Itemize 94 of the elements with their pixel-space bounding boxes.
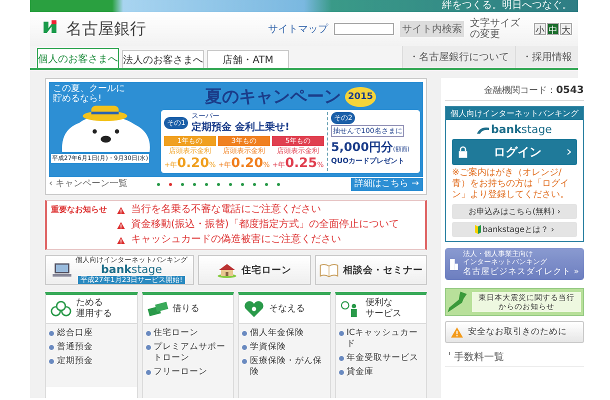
category-title: そなえる — [269, 304, 305, 314]
bullet-icon — [49, 331, 54, 336]
building-icon — [450, 258, 458, 270]
category-link[interactable]: プレミアムサポートローン — [154, 342, 230, 364]
bullet-icon — [242, 359, 247, 364]
notice-link[interactable]: キャッシュカードの偽造被害にご注意ください — [131, 234, 341, 246]
warning-icon — [117, 236, 125, 244]
banknotes-icon — [146, 300, 168, 318]
notice-link[interactable]: 当行を名乗る不審な電話にご注意ください — [131, 204, 321, 216]
category-link[interactable]: ICキャッシュカード — [346, 328, 423, 350]
rate-value: 0.25 — [285, 156, 318, 171]
notice-title: 重要なお知らせ — [51, 204, 107, 216]
bullet-icon — [146, 345, 150, 350]
warning-icon — [451, 326, 463, 338]
bullet-icon — [49, 359, 54, 364]
warning-icon — [117, 222, 125, 228]
bullet-icon — [146, 370, 150, 375]
font-size-label: 文字サイズの変更 — [470, 18, 521, 40]
bullet-icon — [49, 345, 54, 350]
slide-dot[interactable] — [217, 182, 220, 186]
quick-link-button[interactable]: 相談会・セミナー — [314, 255, 428, 285]
slide-dot[interactable] — [253, 182, 256, 186]
slide-dot[interactable] — [277, 182, 280, 186]
bankstage-logo-text: bankstage — [490, 123, 552, 136]
year-badge: 2015 — [344, 86, 376, 106]
notice-link[interactable]: 資金移動(振込・振替)「都度指定方式」の全面停止について — [131, 219, 399, 231]
quick-link-button[interactable]: 住宅ローン — [198, 255, 311, 285]
nav-link[interactable]: ・採用情報 — [515, 46, 578, 68]
category-link[interactable]: 貸金庫 — [346, 367, 374, 378]
slide-dot[interactable] — [205, 182, 208, 186]
nav-tab[interactable]: 個人のお客さまへ — [37, 48, 119, 68]
beginner-mark-icon — [474, 225, 481, 234]
slide-dot[interactable] — [157, 182, 160, 186]
bullet-icon — [338, 370, 344, 375]
slide-dot[interactable] — [181, 182, 184, 186]
panel-title: 個人向けインターネットバンキング — [446, 107, 583, 120]
nav-tab[interactable]: 法人のお客さまへ — [122, 50, 204, 68]
rate-value: 0.20 — [177, 156, 210, 171]
search-field[interactable] — [334, 23, 394, 35]
detail-link[interactable]: 詳細はこちら → — [350, 178, 423, 190]
laptop-icon — [52, 261, 72, 279]
institution-code-label: 金融機関コード： — [484, 84, 556, 97]
prize-amount: 5,000円分 — [331, 139, 393, 156]
security-info-button[interactable]: 安全なお取引きのために — [445, 321, 584, 343]
book-icon — [318, 261, 339, 279]
font-size-button[interactable]: 大 — [560, 23, 572, 35]
about-button[interactable]: bankstageとは？ › — [452, 222, 577, 237]
bullet-icon — [146, 331, 150, 336]
campaign-list-link[interactable]: ‹ キャンペーン一覧 — [49, 178, 128, 190]
category-link[interactable]: 年金受取サービス — [346, 353, 418, 364]
login-button[interactable]: ログイン — [452, 139, 577, 165]
banner-catchphrase: この夏、クールに貯めるなら! — [52, 83, 126, 104]
category-link[interactable]: 定期預金 — [57, 356, 93, 367]
category-link[interactable]: 医療保険・がん保険 — [250, 356, 326, 378]
slide-dot[interactable] — [193, 182, 196, 186]
category-title: 便利な サービス — [366, 298, 402, 320]
institution-code: 0543 — [556, 85, 584, 96]
nav-tab[interactable]: 店舗・ATM — [207, 50, 289, 68]
category-link[interactable]: 普通預金 — [57, 342, 93, 353]
category-title: ためる 運用する — [76, 298, 112, 320]
heart-icon — [243, 300, 265, 318]
apply-button[interactable]: お申込みはこちら(無料) › — [452, 204, 577, 219]
sitemap-link[interactable]: サイトマップ — [268, 22, 328, 36]
category-link[interactable]: 総合口座 — [57, 328, 93, 339]
house-icon — [217, 261, 238, 279]
bank-name: 名古屋銀行 — [66, 18, 146, 40]
tick-mark-icon — [449, 352, 450, 355]
slide-dot[interactable] — [229, 182, 232, 186]
category-title: 借りる — [172, 304, 200, 314]
bullet-icon — [242, 345, 247, 350]
slide-dot[interactable] — [241, 182, 244, 186]
registration-notice: ※ご案内はがき（オレンジ/青）をお持ちの方は「ログイン」より登録してください。 — [451, 168, 570, 201]
category-link[interactable]: フリーローン — [154, 367, 208, 378]
bullet-icon — [338, 331, 344, 336]
chevron-icon — [566, 149, 571, 155]
warning-icon — [117, 206, 125, 214]
category-link[interactable]: 住宅ローン — [154, 328, 198, 339]
rate-value: 0.20 — [231, 156, 264, 171]
bullet-icon — [242, 331, 247, 336]
tagline: 絆をつくる。明日へつなぐ。 — [442, 0, 572, 12]
category-link[interactable]: 学資保険 — [250, 342, 286, 353]
bullet-icon — [338, 356, 344, 361]
font-size-button[interactable]: 小 — [534, 23, 546, 35]
nav-link[interactable]: ・名古屋銀行について — [402, 46, 515, 68]
bankstage-logo-icon — [476, 126, 489, 134]
slide-dot[interactable] — [265, 182, 268, 186]
font-size-button[interactable]: 中 — [547, 23, 559, 35]
search-button[interactable]: サイト内検索 — [400, 21, 464, 37]
sidebar-link[interactable]: 手数料一覧 — [454, 350, 504, 364]
lock-icon — [458, 146, 468, 158]
category-link[interactable]: 個人年金保険 — [250, 328, 304, 339]
offer-headline: 定期預金 金利上乗せ! — [191, 120, 290, 134]
campaign-title: 夏のキャンペーン — [204, 86, 341, 108]
slide-dot[interactable] — [169, 182, 172, 186]
